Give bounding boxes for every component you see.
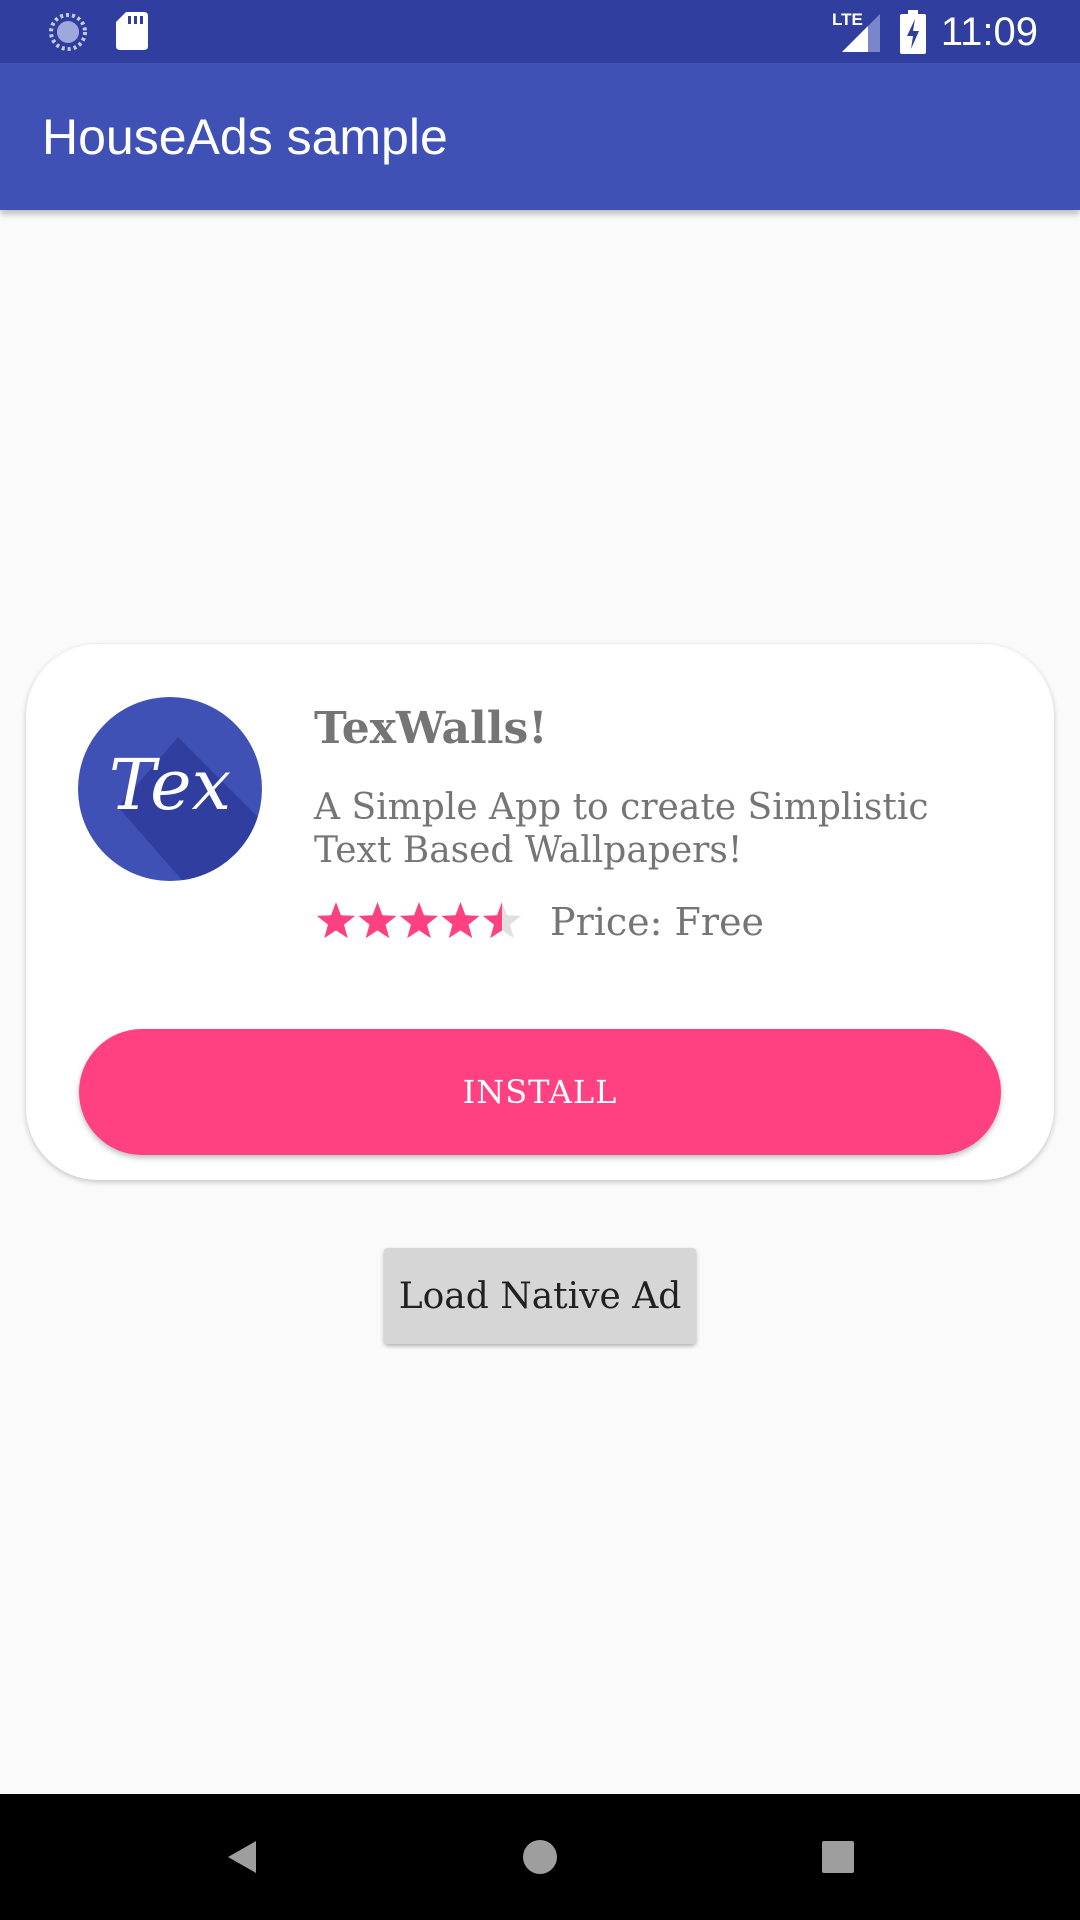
lte-signal-icon: [842, 14, 880, 52]
recents-icon[interactable]: [808, 1827, 868, 1887]
load-native-ad-button[interactable]: Load Native Ad: [384, 1248, 696, 1344]
ad-app-name: TexWalls!: [314, 703, 548, 754]
battery-charging-icon: [900, 10, 926, 54]
app-icon[interactable]: Tex: [78, 697, 262, 881]
ad-price: Price: Free: [550, 900, 765, 944]
install-button[interactable]: INSTALL: [79, 1029, 1001, 1155]
star-filled: [358, 902, 397, 939]
app-bar: HouseAds sample: [0, 63, 1080, 210]
native-ad-card: Tex TexWalls! A Simple App to create Sim…: [26, 644, 1054, 1180]
back-icon[interactable]: [212, 1827, 272, 1887]
star-filled: [316, 902, 356, 939]
navigation-bar: [0, 1794, 1080, 1920]
rating-stars: [316, 902, 522, 939]
ad-description: A Simple App to create Simplistic Text B…: [314, 787, 929, 871]
sync-icon: [49, 13, 87, 51]
star-filled: [441, 902, 480, 939]
app-icon-text: Tex: [109, 744, 231, 826]
star-filled: [399, 902, 439, 939]
app-bar-title: HouseAds sample: [42, 109, 448, 165]
home-icon[interactable]: [510, 1827, 570, 1887]
status-time: 11:09: [940, 10, 1038, 54]
status-bar: LTE 11:09: [0, 0, 1080, 63]
sd-card-icon: [116, 12, 148, 50]
